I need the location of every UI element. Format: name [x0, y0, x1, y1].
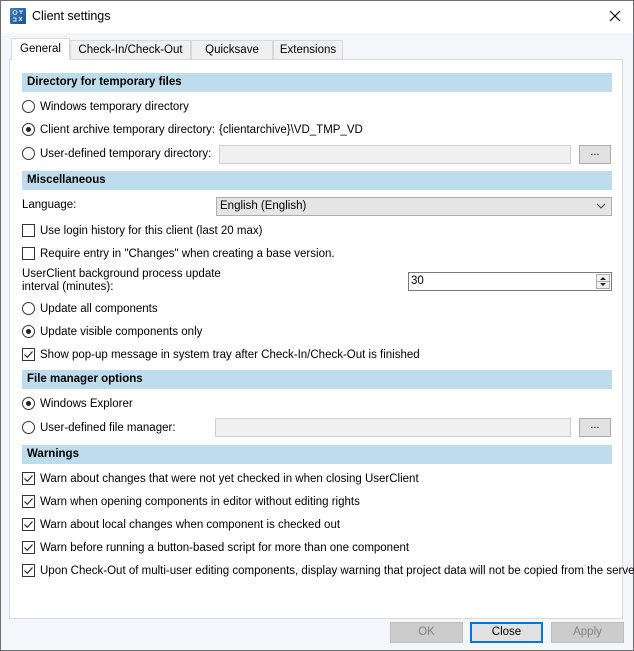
checkbox-warn-multi-user-checkout[interactable]: Upon Check-Out of multi-user editing com… — [22, 563, 634, 579]
radio-label: Windows temporary directory — [40, 101, 189, 113]
checkbox-label: Warn when opening components in editor w… — [40, 496, 360, 508]
checkmark-icon — [24, 498, 33, 506]
checkmark-icon — [24, 351, 33, 359]
section-header-file-manager: File manager options — [22, 370, 612, 389]
radio-label: Update visible components only — [40, 326, 203, 338]
radio-label: User-defined temporary directory: — [40, 148, 212, 160]
checkbox-label: Require entry in "Changes" when creating… — [40, 248, 335, 260]
radio-button[interactable] — [22, 147, 35, 160]
apply-button[interactable]: Apply — [551, 622, 624, 643]
radio-button[interactable] — [22, 100, 35, 113]
tab-quicksave[interactable]: Quicksave — [191, 40, 273, 59]
checkbox-warn-unchecked-changes[interactable]: Warn about changes that were not yet che… — [22, 471, 419, 487]
close-button[interactable]: Close — [470, 622, 543, 643]
language-value: English (English) — [220, 200, 307, 212]
radio-button[interactable] — [22, 397, 35, 410]
radio-update-all-components[interactable]: Update all components — [22, 301, 158, 317]
section-header-temp-dir: Directory for temporary files — [22, 73, 612, 92]
client-app-icon — [10, 8, 26, 24]
language-label: Language: — [22, 199, 77, 211]
client-settings-dialog: Client settings General Check-In/Check-O… — [0, 0, 634, 651]
checkbox-label: Warn about local changes when component … — [40, 519, 341, 531]
tab-general[interactable]: General — [11, 38, 70, 60]
spin-down-icon — [600, 283, 606, 286]
radio-label: Client archive temporary directory: — [40, 124, 216, 136]
radio-user-defined-temp-dir[interactable]: User-defined temporary directory: — [22, 146, 211, 162]
checkbox-label: Warn before running a button-based scrip… — [40, 542, 410, 554]
radio-label: User-defined file manager: — [40, 422, 176, 434]
radio-button[interactable] — [22, 123, 35, 136]
user-defined-temp-dir-input[interactable] — [219, 145, 571, 164]
radio-button[interactable] — [22, 325, 35, 338]
section-header-warnings: Warnings — [22, 445, 612, 464]
general-tab-panel: Directory for temporary files Windows te… — [9, 59, 634, 619]
checkbox-warn-local-changes[interactable]: Warn about local changes when component … — [22, 517, 340, 533]
spin-up-icon — [600, 277, 606, 280]
interval-label-line-2: interval (minutes): — [22, 281, 114, 293]
radio-button[interactable] — [22, 421, 35, 434]
spinner-buttons[interactable] — [596, 274, 610, 289]
checkmark-icon — [24, 521, 33, 529]
section-header-miscellaneous: Miscellaneous — [22, 171, 612, 190]
radio-windows-temp-dir[interactable]: Windows temporary directory — [22, 99, 189, 115]
checkbox-label: Warn about changes that were not yet che… — [40, 473, 419, 485]
checkbox-login-history[interactable]: Use login history for this client (last … — [22, 223, 262, 239]
user-defined-file-manager-input[interactable] — [215, 418, 571, 437]
client-archive-path: {clientarchive}\VD_TMP_VD — [219, 124, 363, 136]
browse-temp-dir-button[interactable]: ... — [579, 145, 611, 164]
radio-label: Windows Explorer — [40, 398, 133, 410]
checkbox[interactable] — [22, 495, 35, 508]
radio-client-archive-temp-dir[interactable]: Client archive temporary directory: — [22, 122, 215, 138]
window-title: Client settings — [32, 9, 111, 23]
checkbox[interactable] — [22, 348, 35, 361]
checkmark-icon — [24, 544, 33, 552]
checkbox-warn-button-script[interactable]: Warn before running a button-based scrip… — [22, 540, 409, 556]
title-bar: Client settings — [1, 1, 633, 33]
interval-label: UserClient background process update int… — [22, 268, 221, 294]
checkbox-label: Upon Check-Out of multi-user editing com… — [40, 565, 634, 577]
checkmark-icon — [24, 567, 33, 575]
close-icon[interactable] — [605, 6, 625, 26]
tab-extensions[interactable]: Extensions — [273, 40, 343, 59]
checkmark-icon — [24, 475, 33, 483]
checkbox[interactable] — [22, 472, 35, 485]
browse-file-manager-button[interactable]: ... — [579, 418, 611, 437]
language-select[interactable]: English (English) — [216, 197, 612, 216]
chevron-down-icon — [596, 203, 606, 209]
radio-windows-explorer[interactable]: Windows Explorer — [22, 396, 133, 412]
checkbox-show-popup-message[interactable]: Show pop-up message in system tray after… — [22, 347, 420, 363]
checkbox-label: Use login history for this client (last … — [40, 225, 263, 237]
radio-user-defined-file-manager[interactable]: User-defined file manager: — [22, 420, 176, 436]
checkbox-warn-no-editing-rights[interactable]: Warn when opening components in editor w… — [22, 494, 360, 510]
radio-button[interactable] — [22, 302, 35, 315]
tab-check-in-check-out[interactable]: Check-In/Check-Out — [70, 40, 191, 59]
interval-label-line-1: UserClient background process update — [22, 268, 221, 280]
interval-value: 30 — [411, 275, 424, 287]
radio-label: Update all components — [40, 303, 158, 315]
checkbox[interactable] — [22, 224, 35, 237]
checkbox[interactable] — [22, 564, 35, 577]
checkbox[interactable] — [22, 541, 35, 554]
ok-button[interactable]: OK — [390, 622, 463, 643]
checkbox[interactable] — [22, 518, 35, 531]
radio-update-visible-components[interactable]: Update visible components only — [22, 324, 202, 340]
checkbox-require-changes-entry[interactable]: Require entry in "Changes" when creating… — [22, 246, 335, 262]
checkbox[interactable] — [22, 247, 35, 260]
interval-spinner[interactable]: 30 — [408, 272, 612, 291]
checkbox-label: Show pop-up message in system tray after… — [40, 349, 420, 361]
